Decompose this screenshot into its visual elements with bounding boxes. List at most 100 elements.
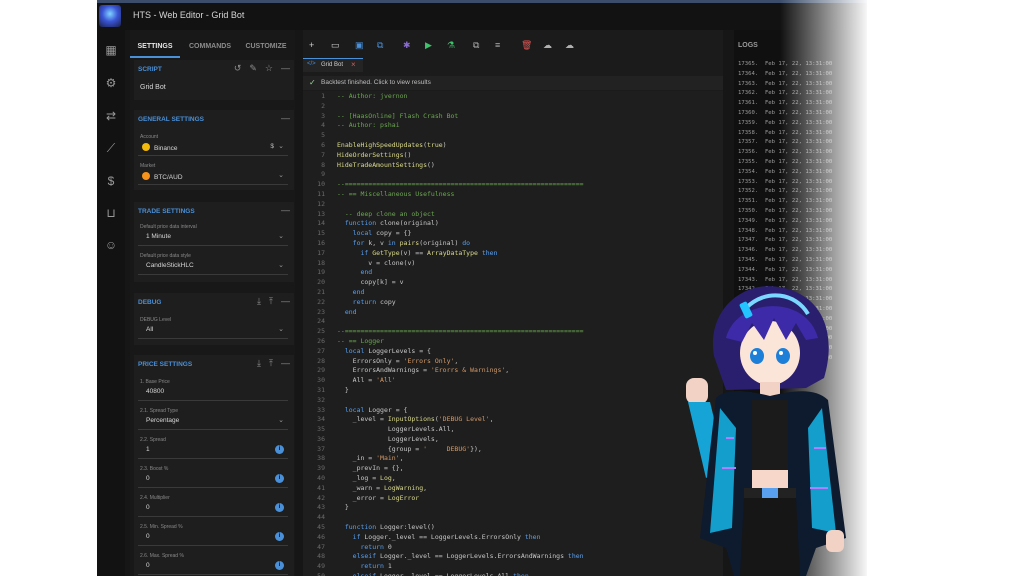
edit-icon[interactable]: ✎ xyxy=(249,63,257,73)
line-number: 23 xyxy=(317,307,325,316)
file-tab[interactable]: </> Grid Bot × xyxy=(303,58,363,72)
code-line: function Logger:level() xyxy=(344,523,435,532)
code-line: return copy xyxy=(352,297,396,306)
dashboard-icon[interactable]: ▦ xyxy=(103,42,119,58)
run-icon[interactable]: ▶ xyxy=(425,39,432,51)
duplicate-icon[interactable]: ⧉ xyxy=(473,39,479,51)
logs-title: LOGS xyxy=(738,42,758,49)
line-number: 9 xyxy=(321,170,325,179)
line-number: 42 xyxy=(317,493,325,502)
line-number: 10 xyxy=(317,180,325,189)
tab-settings[interactable]: SETTINGS xyxy=(130,36,180,58)
upload-icon[interactable]: ⤒ xyxy=(269,358,273,368)
code-line: if GetType(v) == ArrayDataType then xyxy=(360,248,498,257)
list-icon[interactable]: ≡ xyxy=(495,39,500,51)
info-icon[interactable]: i xyxy=(275,445,284,454)
collapse-icon[interactable]: — xyxy=(281,205,290,215)
dollar-icon[interactable]: $ xyxy=(103,173,119,189)
line-number: 18 xyxy=(317,258,325,267)
spread-input[interactable]: 1 i xyxy=(138,442,288,459)
collapse-icon[interactable]: — xyxy=(281,113,290,123)
line-number: 21 xyxy=(317,287,325,296)
code-area[interactable]: 1 2 3 4 5 6 7 8 9 10 11 12 13 14 15 16 17 18 19 20 21 22 23 24 2… xyxy=(303,91,723,576)
user-icon[interactable]: ☺ xyxy=(103,237,119,253)
min-spread-input[interactable]: 0 i xyxy=(138,529,288,546)
base-price-input[interactable]: 40800 xyxy=(138,384,288,401)
status-text: Backtest finished. Click to view results xyxy=(321,79,431,86)
line-number: 34 xyxy=(317,415,325,424)
code-text[interactable]: -- Author: jvernon -- [HaasOnline] Flash… xyxy=(337,91,717,576)
info-icon[interactable]: i xyxy=(275,561,284,570)
copy-icon[interactable]: ⧉ xyxy=(377,39,383,51)
save-icon[interactable]: ▣ xyxy=(355,39,364,51)
star-icon[interactable]: ☆ xyxy=(265,63,273,73)
style-select[interactable]: CandleStickHLC ⌄ xyxy=(138,258,288,275)
bot-icon[interactable]: ⚙ xyxy=(103,75,119,91)
section-title: TRADE SETTINGS xyxy=(138,208,195,215)
code-line: function clone(original) xyxy=(344,219,439,228)
cart-icon[interactable]: ⊔ xyxy=(103,205,119,221)
anime-character-illustration xyxy=(686,286,846,576)
undo-icon[interactable]: ↺ xyxy=(234,63,242,73)
multiplier-input[interactable]: 0 i xyxy=(138,500,288,517)
spread-type-select[interactable]: Percentage ⌄ xyxy=(138,413,288,430)
collapse-icon[interactable]: — xyxy=(281,296,290,306)
check-icon: ✓ xyxy=(309,78,316,87)
info-icon[interactable]: i xyxy=(275,532,284,541)
cloud-download-icon[interactable]: ☁ xyxy=(565,39,574,51)
general-settings-section: GENERAL SETTINGS — Account Binance $ ⌄ M… xyxy=(134,110,294,190)
upload-icon[interactable]: ⤒ xyxy=(269,296,273,306)
cloud-upload-icon[interactable]: ☁ xyxy=(543,39,552,51)
open-folder-icon[interactable]: ▭ xyxy=(331,39,340,51)
line-number: 12 xyxy=(317,199,325,208)
line-number: 31 xyxy=(317,385,325,394)
code-line: end xyxy=(360,268,373,277)
code-line: } xyxy=(337,385,349,394)
line-number: 35 xyxy=(317,425,325,434)
interval-select[interactable]: 1 Minute ⌄ xyxy=(138,229,288,246)
account-select[interactable]: Binance $ ⌄ xyxy=(138,139,288,156)
collapse-icon[interactable]: — xyxy=(281,358,290,368)
window-title: HTS - Web Editor - Grid Bot xyxy=(133,10,245,20)
flask-icon[interactable]: ⚗ xyxy=(447,39,455,51)
boost-input[interactable]: 0 i xyxy=(138,471,288,488)
market-select[interactable]: BTC/AUD ⌄ xyxy=(138,168,288,185)
chevron-down-icon: ⌄ xyxy=(278,262,284,269)
info-icon[interactable]: i xyxy=(275,474,284,483)
code-line: --======================================… xyxy=(337,180,584,189)
account-value: Binance xyxy=(154,145,178,152)
debug-level-select[interactable]: All ⌄ xyxy=(138,322,288,339)
bug-icon[interactable]: ✱ xyxy=(403,39,411,51)
close-icon[interactable]: × xyxy=(351,60,356,69)
line-number: 6 xyxy=(321,140,325,149)
max-spread-input[interactable]: 0 i xyxy=(138,558,288,575)
exchange-icon[interactable]: ⇄ xyxy=(103,108,119,124)
code-line: EnableHighSpeedUpdates(true) xyxy=(337,140,447,149)
app-logo xyxy=(99,5,121,27)
line-number: 38 xyxy=(317,454,325,463)
section-title: PRICE SETTINGS xyxy=(138,361,193,368)
download-icon[interactable]: ⤓ xyxy=(257,296,261,306)
settings-tabs: SETTINGS COMMANDS CUSTOMIZE xyxy=(130,36,295,58)
chevron-down-icon: ⌄ xyxy=(278,233,284,240)
download-icon[interactable]: ⤓ xyxy=(257,358,261,368)
code-line: -- [HaasOnline] Flash Crash Bot xyxy=(337,111,459,120)
tab-commands[interactable]: COMMANDS xyxy=(184,36,236,58)
backtest-status[interactable]: ✓ Backtest finished. Click to view resul… xyxy=(303,76,723,90)
line-number: 43 xyxy=(317,503,325,512)
code-line: _in = 'Main', xyxy=(337,454,404,463)
line-number: 30 xyxy=(317,376,325,385)
new-icon[interactable]: + xyxy=(309,39,314,51)
tab-customize[interactable]: CUSTOMIZE xyxy=(240,36,292,58)
section-title: GENERAL SETTINGS xyxy=(138,116,204,123)
more-icon[interactable]: — xyxy=(281,63,290,73)
chart-icon[interactable]: ⟋ xyxy=(103,140,119,156)
section-title: DEBUG xyxy=(138,299,162,306)
code-line: return 1 xyxy=(360,562,392,571)
line-number: 16 xyxy=(317,238,325,247)
delete-icon[interactable]: 🗑 xyxy=(521,39,532,51)
info-icon[interactable]: i xyxy=(275,503,284,512)
